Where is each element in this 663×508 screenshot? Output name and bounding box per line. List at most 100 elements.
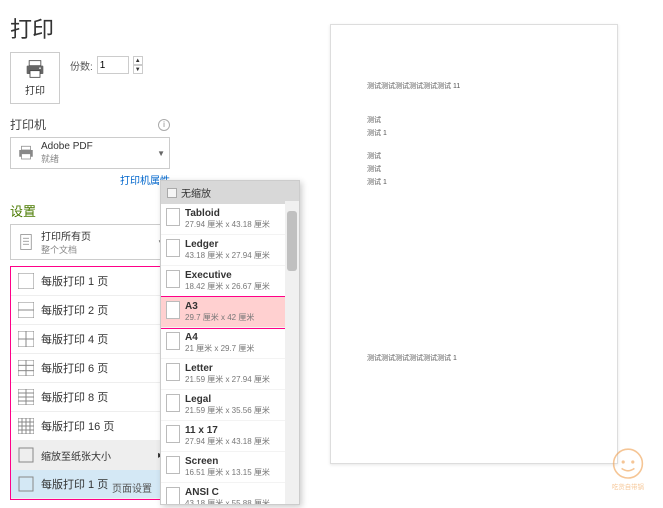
page-icon — [166, 425, 180, 443]
scrollbar[interactable] — [285, 201, 299, 504]
grid-icon — [17, 359, 35, 377]
page-icon — [166, 394, 180, 412]
paper-name: 11 x 17 — [185, 425, 270, 436]
paper-dimensions: 21 厘米 x 29.7 厘米 — [185, 343, 254, 354]
document-icon — [15, 231, 37, 253]
grid-icon — [17, 301, 35, 319]
preview-line: 测试 1 — [367, 128, 581, 138]
paper-dimensions: 16.51 厘米 x 13.15 厘米 — [185, 467, 270, 478]
scrollbar-thumb[interactable] — [287, 211, 297, 271]
paper-name: Letter — [185, 363, 270, 374]
preview-line: 测试 — [367, 151, 581, 161]
preview-line — [367, 141, 581, 148]
print-scope-dropdown[interactable]: 打印所有页 整个文档 ▼ — [10, 224, 170, 260]
paper-name: A4 — [185, 332, 254, 343]
printer-properties-link[interactable]: 打印机属性 — [10, 172, 170, 187]
paper-name: Executive — [185, 270, 270, 281]
preview-line: 测试 — [367, 115, 581, 125]
paper-size-option[interactable]: 11 x 1727.94 厘米 x 43.18 厘米 — [161, 421, 299, 452]
paper-name: A3 — [185, 301, 254, 312]
layout-option[interactable]: 缩放至纸张大小▸ — [11, 441, 169, 470]
chevron-down-icon: ▼ — [157, 149, 165, 158]
paper-name: Tabloid — [185, 208, 270, 219]
layout-option[interactable]: 每版打印 1 页 — [11, 267, 169, 296]
preview-line: 测试测试测试测试测试测试 11 — [367, 81, 581, 91]
copies-down[interactable]: ▼ — [133, 65, 143, 74]
grid-icon — [17, 330, 35, 348]
printer-status: 就绪 — [41, 152, 157, 165]
page-icon — [166, 363, 180, 381]
layout-label: 缩放至纸张大小 — [41, 448, 111, 463]
paper-size-option[interactable]: Letter21.59 厘米 x 27.94 厘米 — [161, 359, 299, 390]
copies-input[interactable] — [97, 56, 129, 74]
paper-size-option[interactable]: A329.7 厘米 x 42 厘米 — [161, 297, 299, 328]
paper-name: Legal — [185, 394, 270, 405]
svg-text:吃货自带锅: 吃货自带锅 — [612, 482, 645, 491]
print-preview: 测试测试测试测试测试测试 11 测试测试 1 测试测试测试 1 测试测试测试测试… — [330, 24, 618, 464]
layout-option[interactable]: 每版打印 8 页 — [11, 383, 169, 412]
page-icon — [166, 270, 180, 288]
copies-up[interactable]: ▲ — [133, 56, 143, 65]
preview-line: 测试 — [367, 164, 581, 174]
page-icon — [166, 456, 180, 474]
paper-dimensions: 43.18 厘米 x 55.88 厘米 — [185, 498, 270, 504]
preview-line: 测试测试测试测试测试测试 1 — [367, 353, 457, 363]
layout-label: 每版打印 8 页 — [41, 389, 108, 405]
layout-label: 每版打印 16 页 — [41, 418, 114, 434]
page-title: 打印 — [10, 12, 170, 44]
paper-menu-header[interactable]: 无缩放 — [161, 181, 299, 204]
layout-label: 每版打印 1 页 — [41, 476, 108, 492]
scope-line2: 整个文档 — [41, 243, 157, 256]
swatch-icon — [167, 188, 177, 198]
print-button-label: 打印 — [25, 82, 45, 97]
paper-dimensions: 21.59 厘米 x 35.56 厘米 — [185, 405, 270, 416]
page-setup-link[interactable]: 页面设置 — [112, 480, 152, 495]
pages-per-sheet-list: 每版打印 1 页每版打印 2 页每版打印 4 页每版打印 6 页每版打印 8 页… — [10, 266, 170, 500]
paper-size-option[interactable]: A421 厘米 x 29.7 厘米 — [161, 328, 299, 359]
paper-size-option[interactable]: Tabloid27.94 厘米 x 43.18 厘米 — [161, 204, 299, 235]
layout-option[interactable]: 每版打印 2 页 — [11, 296, 169, 325]
paper-size-menu: 无缩放 Tabloid27.94 厘米 x 43.18 厘米Ledger43.1… — [160, 180, 300, 505]
paper-name: Ledger — [185, 239, 270, 250]
paper-name: ANSI C — [185, 487, 270, 498]
page-icon — [166, 332, 180, 350]
layout-option[interactable]: 每版打印 4 页 — [11, 325, 169, 354]
layout-label: 每版打印 2 页 — [41, 302, 108, 318]
paper-size-option[interactable]: ANSI C43.18 厘米 x 55.88 厘米 — [161, 483, 299, 504]
paper-size-option[interactable]: Executive18.42 厘米 x 26.67 厘米 — [161, 266, 299, 297]
watermark-icon: 吃货自带锅 — [601, 446, 655, 494]
print-button[interactable]: 打印 — [10, 52, 60, 104]
scope-line1: 打印所有页 — [41, 228, 157, 243]
paper-dimensions: 21.59 厘米 x 27.94 厘米 — [185, 374, 270, 385]
grid-icon — [17, 388, 35, 406]
page-icon — [166, 301, 180, 319]
page-icon — [166, 239, 180, 257]
grid-icon — [17, 446, 35, 464]
preview-line: 测试 1 — [367, 177, 581, 187]
paper-dimensions: 27.94 厘米 x 43.18 厘米 — [185, 219, 270, 230]
layout-label: 每版打印 1 页 — [41, 273, 108, 289]
paper-name: Screen — [185, 456, 270, 467]
printer-section-title: 打印机 — [10, 116, 46, 133]
info-icon[interactable]: i — [158, 119, 170, 131]
paper-size-option[interactable]: Screen16.51 厘米 x 13.15 厘米 — [161, 452, 299, 483]
paper-size-option[interactable]: Legal21.59 厘米 x 35.56 厘米 — [161, 390, 299, 421]
layout-label: 每版打印 6 页 — [41, 360, 108, 376]
grid-icon — [17, 417, 35, 435]
paper-size-option[interactable]: Ledger43.18 厘米 x 27.94 厘米 — [161, 235, 299, 266]
paper-dimensions: 18.42 厘米 x 26.67 厘米 — [185, 281, 270, 292]
layout-option[interactable]: 每版打印 6 页 — [11, 354, 169, 383]
printer-icon — [23, 59, 47, 79]
printer-dropdown[interactable]: Adobe PDF 就绪 ▼ — [10, 137, 170, 169]
printer-small-icon — [15, 142, 37, 164]
page-icon — [166, 208, 180, 226]
printer-name: Adobe PDF — [41, 141, 157, 152]
paper-dimensions: 29.7 厘米 x 42 厘米 — [185, 312, 254, 323]
grid-icon — [17, 272, 35, 290]
layout-option[interactable]: 每版打印 16 页 — [11, 412, 169, 441]
paper-dimensions: 43.18 厘米 x 27.94 厘米 — [185, 250, 270, 261]
paper-dimensions: 27.94 厘米 x 43.18 厘米 — [185, 436, 270, 447]
layout-label: 每版打印 4 页 — [41, 331, 108, 347]
grid-icon — [17, 475, 35, 493]
paper-header-label: 无缩放 — [181, 185, 211, 200]
